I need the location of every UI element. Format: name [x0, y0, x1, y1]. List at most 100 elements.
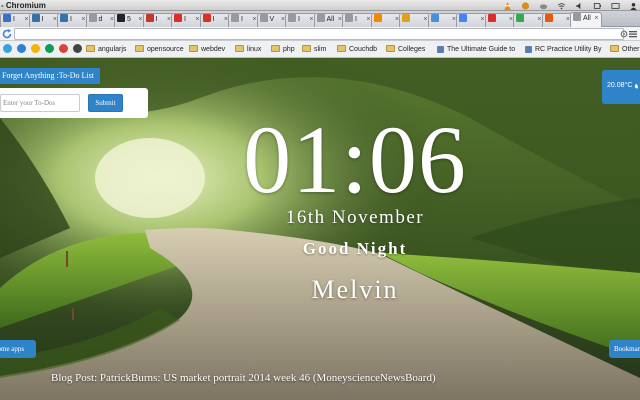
bookmark-app[interactable] — [73, 44, 82, 55]
wifi-icon[interactable] — [557, 2, 566, 10]
google-icon — [459, 14, 467, 22]
link-favicon-icon — [437, 46, 444, 53]
tab-label: I — [298, 16, 300, 23]
folder-icon — [86, 45, 95, 52]
bookmark-label: RC Practice Utility By — [535, 46, 602, 53]
bookmark-folder[interactable]: angularjs — [86, 44, 126, 55]
browser-tab[interactable]: I × — [142, 13, 174, 27]
tab-close-icon[interactable]: × — [480, 14, 484, 26]
bookmarks-button[interactable]: Bookmarks — [609, 340, 640, 358]
tab-close-icon[interactable]: × — [195, 14, 199, 26]
browser-tab[interactable]: I × — [199, 13, 231, 27]
document-icon — [88, 14, 97, 22]
document-icon — [573, 13, 581, 21]
bookmark-folder[interactable]: Couchdb — [337, 44, 377, 55]
bookmark-folder[interactable]: opensource — [135, 44, 184, 55]
user-icon[interactable] — [629, 2, 638, 10]
tab-label: 5 — [127, 16, 131, 23]
bookmark-folder[interactable]: linux — [235, 44, 261, 55]
browser-tab[interactable]: I × — [28, 13, 60, 27]
browser-tab[interactable]: × — [541, 13, 573, 27]
bookmark-app[interactable] — [59, 44, 68, 55]
bookmark-folder[interactable]: Colleges — [386, 44, 425, 55]
dark-square-icon — [117, 14, 125, 22]
document-icon — [288, 14, 296, 22]
bookmark-folder[interactable]: php — [271, 44, 295, 55]
browser-tab[interactable]: I × — [285, 13, 317, 27]
chrome-app-icon — [59, 44, 68, 53]
folder-icon — [386, 45, 395, 52]
tab-label: All — [583, 15, 591, 22]
browser-tab[interactable]: I × — [57, 13, 89, 27]
bookmark-label: linux — [247, 46, 262, 53]
cloud-tray-icon[interactable] — [539, 2, 548, 10]
battery-icon[interactable] — [593, 2, 602, 10]
browser-tab[interactable]: All × — [570, 12, 602, 28]
tab-close-icon[interactable]: × — [252, 14, 256, 26]
browser-tab[interactable]: d × — [85, 13, 117, 27]
browser-tab[interactable]: All × — [313, 13, 345, 27]
browser-tab[interactable]: V × — [256, 13, 288, 27]
bookmarks-bar: angularjs opensource webdev linux php slim Cou… — [0, 41, 640, 58]
bookmark-link[interactable]: RC Practice Utility By — [525, 44, 602, 55]
browser-tab[interactable]: × — [427, 13, 459, 27]
clock: 01:06 — [243, 106, 467, 213]
tab-close-icon[interactable]: × — [81, 14, 85, 26]
reload-icon[interactable] — [2, 29, 12, 39]
tab-label: I — [241, 16, 243, 23]
python-icon — [60, 14, 68, 22]
settings-icon[interactable] — [620, 30, 628, 38]
bookmark-app[interactable] — [3, 44, 12, 55]
vlc-tray-icon[interactable] — [503, 1, 512, 10]
volume-icon[interactable] — [575, 2, 584, 10]
browser-tab[interactable]: 5 × — [114, 13, 146, 27]
browser-tab[interactable]: I × — [228, 13, 260, 27]
blog-post-link[interactable]: Blog Post: PatrickBurns: US market portr… — [51, 372, 436, 384]
bookmark-label: Couchdb — [349, 46, 378, 53]
document-icon — [259, 14, 268, 22]
tab-close-icon[interactable]: × — [423, 14, 427, 26]
tab-close-icon[interactable]: × — [138, 14, 142, 26]
document-icon — [345, 14, 353, 22]
address-bar[interactable] — [14, 28, 624, 40]
chrome-app-icon — [73, 44, 82, 53]
browser-tab[interactable]: × — [456, 13, 488, 27]
tab-close-icon[interactable]: × — [366, 14, 370, 26]
browser-tab[interactable]: × — [399, 13, 431, 27]
browser-tab[interactable]: × — [484, 13, 516, 27]
chrome-apps-button[interactable]: Chrome apps — [0, 340, 36, 358]
bookmark-link[interactable]: The Ultimate Guide to — [437, 44, 515, 55]
generic-icon — [3, 14, 11, 22]
tab-close-icon[interactable]: × — [309, 14, 313, 26]
browser-tab[interactable]: I × — [342, 13, 374, 27]
menu-icon[interactable] — [628, 29, 638, 39]
weather-widget[interactable]: 20.08°C — [602, 70, 640, 104]
orange-circle-icon — [544, 14, 553, 22]
chrome-app-icon — [17, 44, 26, 53]
browser-tab[interactable]: × — [513, 13, 545, 27]
bookmark-label: php — [283, 46, 295, 53]
tab-label: I — [70, 16, 72, 23]
chrome-app-icon — [31, 44, 40, 53]
browser-tab[interactable]: I × — [0, 13, 32, 27]
bookmark-label: Colleges — [398, 46, 426, 53]
tab-close-icon[interactable]: × — [24, 14, 28, 26]
chrome-app-icon — [3, 44, 12, 53]
other-bookmarks[interactable]: Other — [610, 44, 640, 55]
browser-tab[interactable]: I × — [171, 13, 203, 27]
ftp-tray-icon[interactable] — [521, 1, 530, 10]
greeting-label: Good Night — [302, 239, 408, 258]
bookmark-app[interactable] — [17, 44, 26, 55]
tab-label: All — [326, 16, 335, 23]
keyboard-icon[interactable] — [611, 2, 620, 10]
tab-close-icon[interactable]: × — [537, 14, 541, 26]
gmail-icon — [202, 14, 211, 22]
bookmark-folder[interactable]: slim — [302, 44, 326, 55]
bookmark-app[interactable] — [45, 44, 54, 55]
bookmark-app[interactable] — [31, 44, 40, 55]
bookmark-folder[interactable]: webdev — [189, 44, 225, 55]
folder-icon — [302, 45, 311, 52]
todo-list-tab[interactable]: Forget Anything :To-Do List — [0, 68, 100, 84]
tab-close-icon[interactable]: × — [594, 13, 598, 25]
browser-tab[interactable]: × — [370, 13, 402, 27]
